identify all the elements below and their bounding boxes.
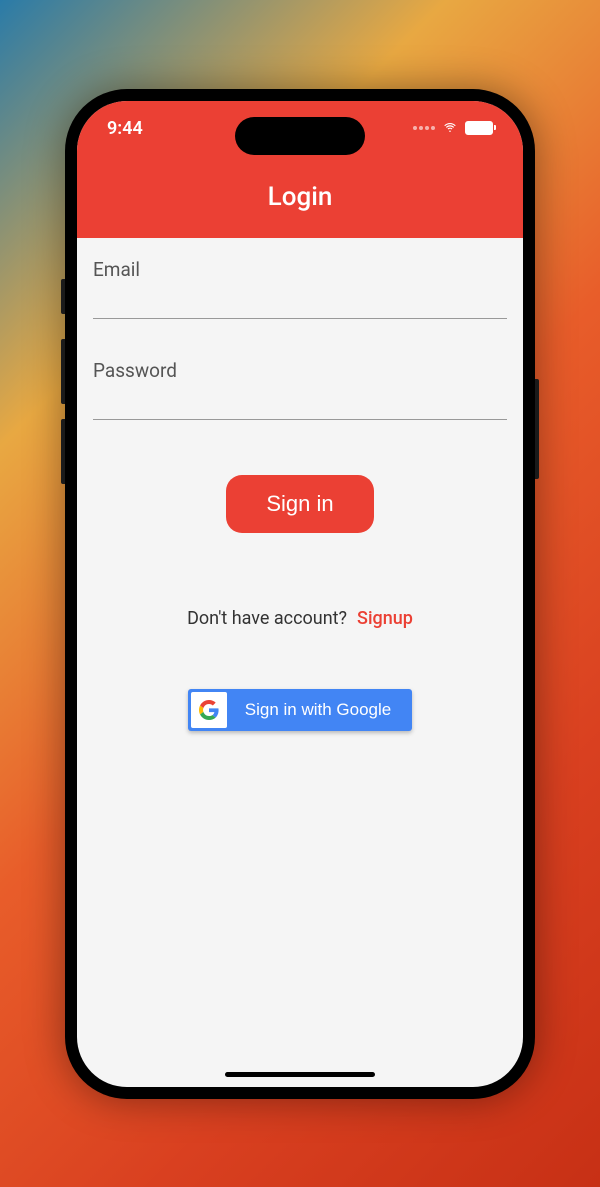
phone-volume-down — [61, 419, 65, 484]
phone-power-button — [535, 379, 539, 479]
email-label: Email — [93, 258, 507, 289]
signin-button[interactable]: Sign in — [226, 475, 373, 533]
signup-row: Don't have account? Signup — [93, 608, 507, 629]
app-bar: Login — [77, 156, 523, 238]
status-right — [413, 118, 493, 139]
cellular-signal-icon — [413, 126, 435, 130]
page-title: Login — [268, 182, 333, 212]
phone-silent-switch — [61, 279, 65, 314]
login-form: Email Password Sign in Don't have accoun… — [77, 238, 523, 751]
google-button-label: Sign in with Google — [227, 700, 409, 720]
email-field-group: Email — [93, 258, 507, 319]
password-input[interactable] — [93, 390, 507, 420]
screen: 9:44 Login Email Password — [77, 101, 523, 1087]
status-time: 9:44 — [107, 118, 143, 139]
dynamic-island — [235, 117, 365, 155]
home-indicator[interactable] — [225, 1072, 375, 1077]
password-label: Password — [93, 359, 507, 390]
google-signin-button[interactable]: Sign in with Google — [188, 689, 412, 731]
wifi-icon — [441, 118, 459, 139]
google-icon — [191, 692, 227, 728]
phone-frame: 9:44 Login Email Password — [65, 89, 535, 1099]
signup-prompt: Don't have account? — [187, 608, 347, 629]
signup-link[interactable]: Signup — [357, 608, 413, 629]
phone-volume-up — [61, 339, 65, 404]
email-input[interactable] — [93, 289, 507, 319]
password-field-group: Password — [93, 359, 507, 420]
battery-icon — [465, 121, 493, 135]
